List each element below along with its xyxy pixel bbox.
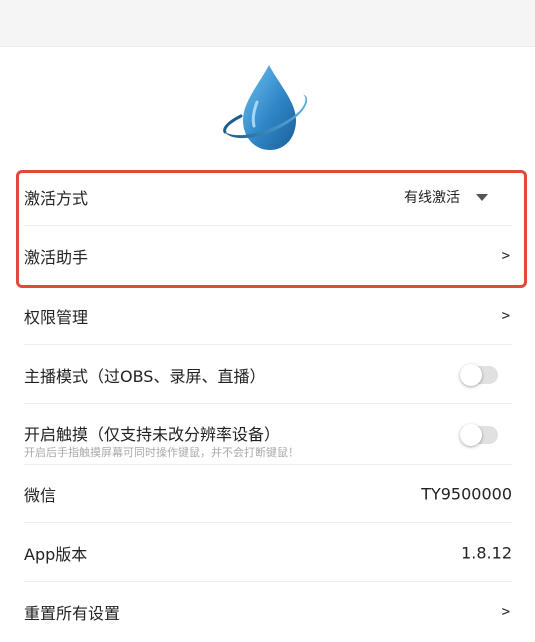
toggle-knob (460, 423, 482, 446)
activation-mode-select[interactable]: 有线激活 (404, 187, 460, 207)
streamer-mode-label: 主播模式（过OBS、录屏、直播） (24, 366, 266, 386)
reset-row[interactable]: 重置所有设置 > (24, 583, 512, 641)
app-version-row: App版本 1.8.12 (24, 524, 512, 582)
activation-mode-label: 激活方式 (24, 188, 89, 208)
touch-row: 开启触摸（仅支持未改分辨率设备） 开启后手指触摸屏幕可同时操作键鼠，并不会打断键… (24, 405, 512, 465)
activation-assistant-label: 激活助手 (24, 248, 89, 267)
chevron-right-icon[interactable]: > (502, 248, 510, 264)
activation-assistant-row[interactable]: 激活助手 > (24, 227, 512, 285)
top-bar (0, 0, 535, 47)
touch-toggle[interactable] (460, 423, 498, 446)
chevron-right-icon[interactable]: > (502, 308, 510, 324)
permissions-label: 权限管理 (24, 307, 89, 327)
reset-label: 重置所有设置 (24, 604, 121, 623)
toggle-knob (460, 363, 482, 386)
streamer-mode-toggle[interactable] (460, 363, 498, 386)
wechat-value: TY9500000 (421, 484, 512, 503)
wechat-label: 微信 (24, 485, 57, 505)
chevron-right-icon[interactable]: > (502, 604, 510, 620)
streamer-mode-row: 主播模式（过OBS、录屏、直播） (24, 346, 512, 404)
permissions-row[interactable]: 权限管理 > (24, 287, 512, 345)
water-drop-logo-icon (223, 65, 308, 150)
app-version-label: App版本 (24, 544, 88, 564)
app-version-value: 1.8.12 (461, 543, 512, 562)
wechat-row: 微信 TY9500000 (24, 465, 512, 523)
touch-description: 开启后手指触摸屏幕可同时操作键鼠，并不会打断键鼠！ (24, 446, 299, 459)
activation-mode-row[interactable]: 激活方式 有线激活 (24, 168, 512, 226)
touch-label: 开启触摸（仅支持未改分辨率设备） (24, 425, 281, 444)
caret-down-icon[interactable] (476, 193, 488, 201)
